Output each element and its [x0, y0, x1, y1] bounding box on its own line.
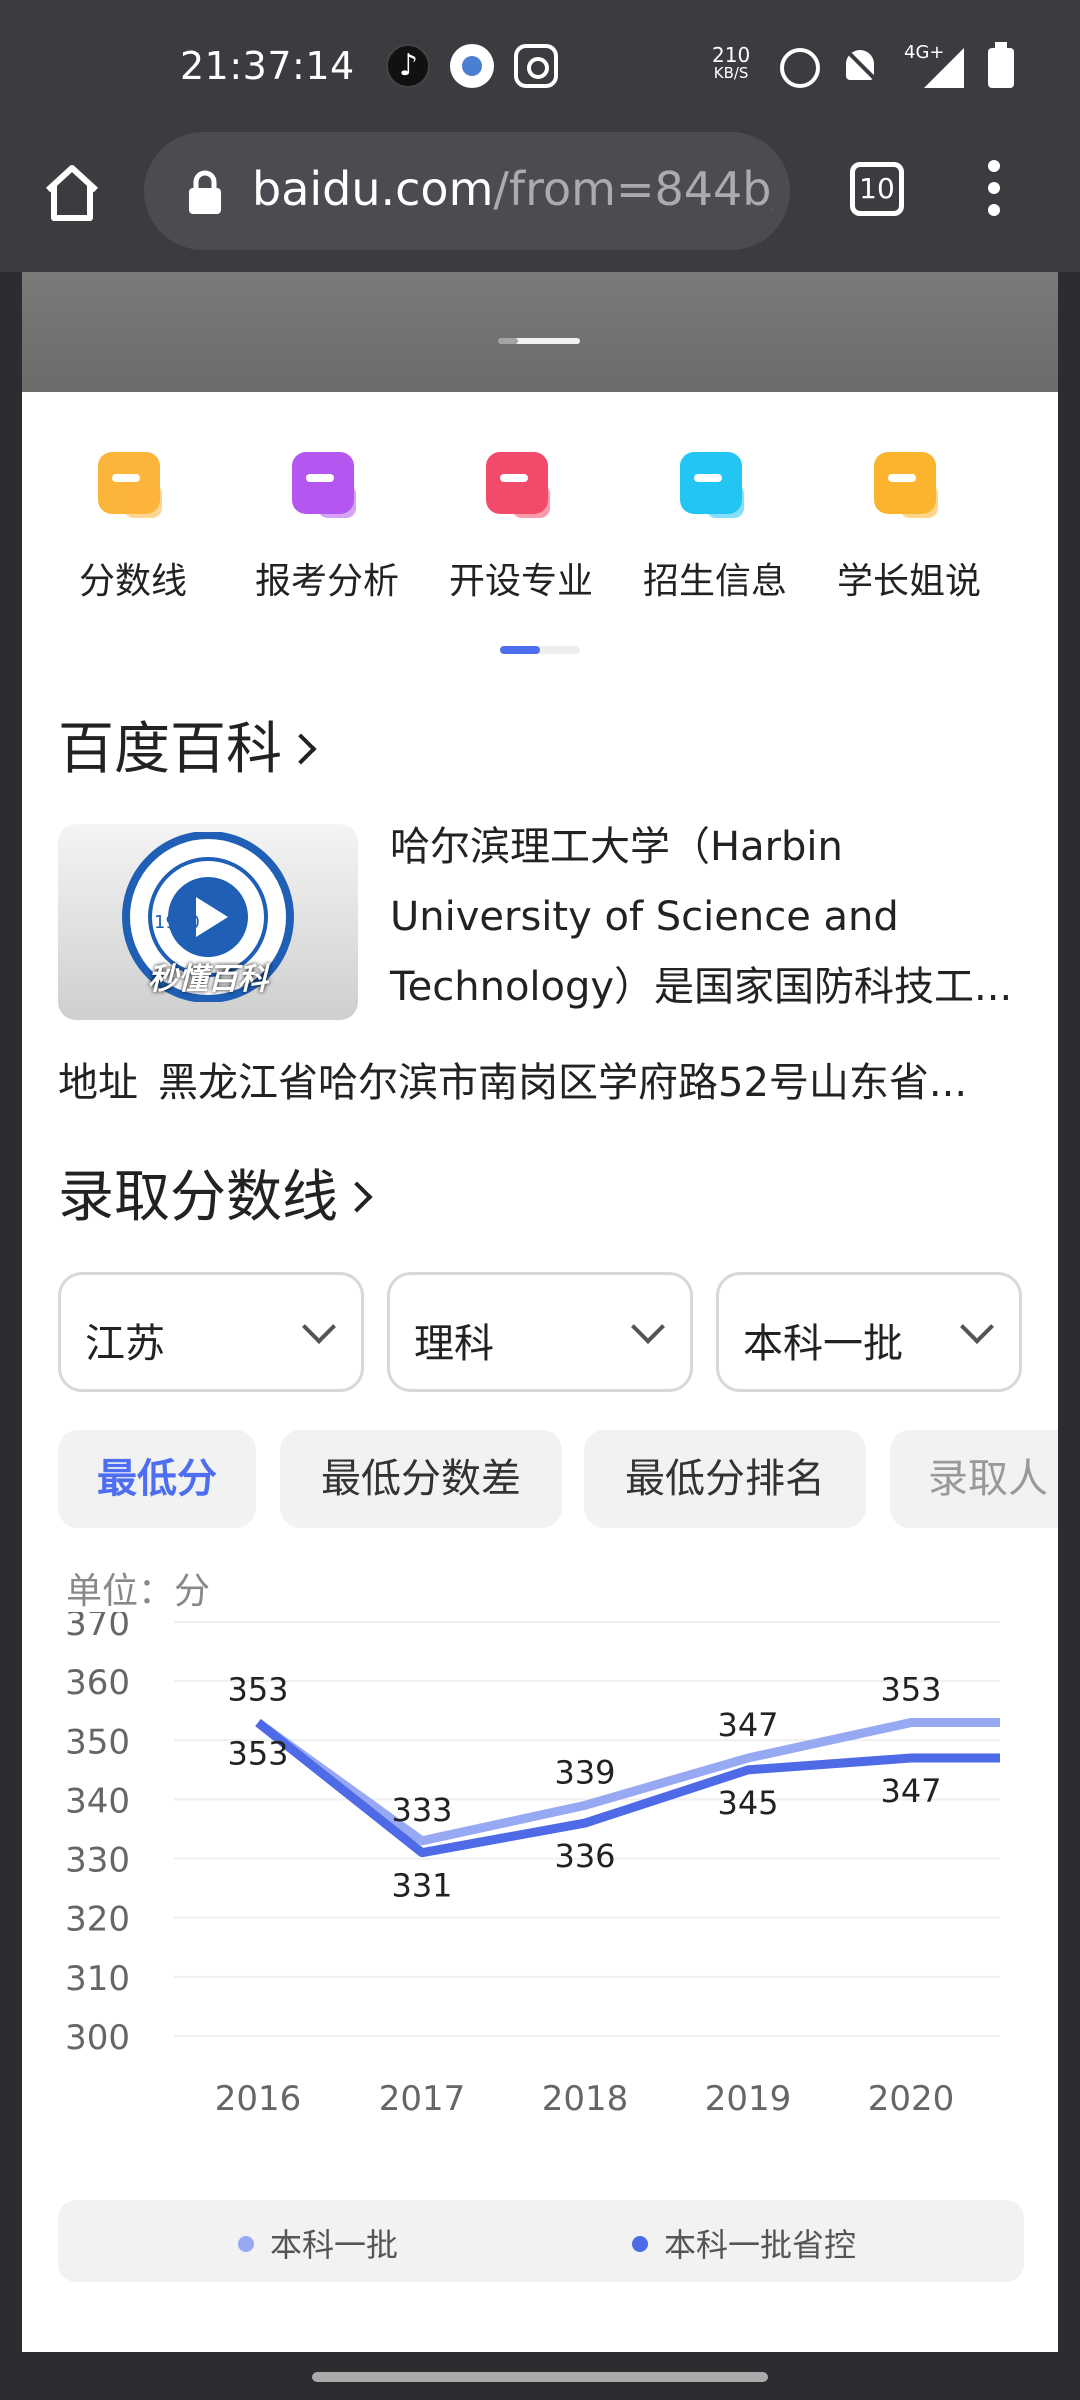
subject-value: 理科 [414, 1321, 494, 1367]
x-tick-label: 2016 [215, 2079, 302, 2119]
quick-link-2[interactable]: 开设专业 [426, 452, 616, 604]
url-host: baidu.com [252, 162, 494, 216]
tab-min-score-diff[interactable]: 最低分数差 [280, 1430, 562, 1528]
battery-icon [988, 42, 1014, 88]
home-gesture-handle[interactable] [312, 2372, 768, 2382]
chevron-right-icon [341, 1181, 373, 1213]
y-tick-label: 320 [65, 1900, 130, 1940]
chevron-right-icon [285, 733, 317, 765]
baike-video-thumbnail[interactable]: 1950 秒懂百科 [58, 824, 358, 1020]
instagram-icon [514, 44, 558, 88]
folder-icon [482, 452, 560, 530]
baike-summary[interactable]: 哈尔滨理工大学（Harbin University of Science and… [390, 812, 1030, 1022]
clock: 21:37:14 [180, 44, 355, 88]
video-watermark: 秒懂百科 [148, 962, 268, 997]
legend-item-first-batch[interactable]: 本科一批 [238, 2220, 398, 2266]
url-path: /from=844b/s [493, 162, 772, 216]
alarm-icon [780, 48, 820, 88]
x-tick-label: 2019 [705, 2079, 792, 2119]
province-dropdown[interactable]: 江苏 [58, 1272, 364, 1392]
quick-link-4[interactable]: 学长姐说 [814, 452, 1004, 604]
status-bar: 21:37:14 210 KB/S 4G+ [0, 0, 1080, 132]
page-content: 分数线 报考分析 开设专业 招生信息 学长姐说 百度百科 1950 秒懂百科 哈尔滨理工… [22, 272, 1058, 2352]
logo-year: 1950 [154, 912, 200, 933]
lock-icon [189, 170, 221, 214]
y-tick-label: 360 [65, 1663, 130, 1703]
score-line-icon [94, 452, 172, 530]
chevron-down-icon [960, 1310, 994, 1344]
legend-label: 本科一批省控 [664, 2226, 857, 2264]
chevron-down-icon [302, 1310, 336, 1344]
province-value: 江苏 [85, 1321, 165, 1367]
data-label: 353 [227, 1671, 288, 1709]
signal-icon: 4G+ [904, 42, 964, 88]
baike-heading[interactable]: 百度百科 [58, 704, 317, 785]
y-tick-label: 350 [65, 1722, 130, 1762]
quick-link-0[interactable]: 分数线 [38, 452, 228, 604]
y-tick-label: 330 [65, 1841, 130, 1881]
info-icon [676, 452, 754, 530]
url-text: baidu.com/from=844b/s [252, 162, 772, 216]
quick-link-3[interactable]: 招生信息 [620, 452, 810, 604]
chat-icon [870, 452, 948, 530]
data-label: 333 [391, 1791, 452, 1829]
quick-link-label: 分数线 [78, 561, 187, 602]
y-tick-label: 310 [65, 1959, 130, 1999]
baike-title: 百度百科 [58, 717, 282, 782]
quick-link-label: 学长姐说 [836, 561, 981, 602]
quick-links-scroll-indicator [500, 646, 580, 654]
home-icon[interactable] [44, 162, 100, 222]
quick-links: 分数线 报考分析 开设专业 招生信息 学长姐说 [22, 452, 1058, 612]
admission-title: 录取分数线 [58, 1165, 338, 1230]
batch-value: 本科一批 [743, 1321, 903, 1367]
legend-label: 本科一批 [270, 2226, 399, 2264]
tab-switcher-button[interactable]: 10 [850, 162, 904, 216]
planet-icon [450, 44, 494, 88]
x-tick-label: 2018 [542, 2079, 629, 2119]
x-tick-label: 2020 [868, 2079, 955, 2119]
subject-dropdown[interactable]: 理科 [387, 1272, 693, 1392]
analysis-icon [288, 452, 366, 530]
data-label: 347 [717, 1706, 778, 1744]
quick-link-label: 招生信息 [642, 561, 787, 602]
network-speed-value: 210 [712, 43, 751, 67]
browser-toolbar: baidu.com/from=844b/s 10 [0, 132, 1080, 272]
quick-link-label: 开设专业 [448, 561, 593, 602]
network-speed-unit: KB/S [713, 64, 749, 82]
address-label: 地址 [58, 1060, 138, 1106]
data-label: 353 [227, 1735, 288, 1773]
legend-item-first-batch-control[interactable]: 本科一批省控 [632, 2220, 856, 2266]
tiktok-icon [386, 44, 430, 88]
tab-admitted-count[interactable]: 录取人数 [890, 1430, 1058, 1528]
y-tick-label: 340 [65, 1781, 130, 1821]
admission-heading[interactable]: 录取分数线 [58, 1152, 373, 1233]
quick-link-label: 报考分析 [254, 561, 399, 602]
data-label: 347 [880, 1772, 941, 1810]
chevron-down-icon [631, 1310, 665, 1344]
address-bar[interactable]: baidu.com/from=844b/s [144, 132, 790, 250]
baike-address: 地址 黑龙江省哈尔滨市南岗区学府路52号山东省... [58, 1050, 1038, 1108]
more-menu-icon[interactable] [988, 160, 1002, 220]
data-label: 353 [880, 1671, 941, 1709]
y-tick-label: 300 [65, 2018, 130, 2058]
x-tick-label: 2017 [379, 2079, 466, 2119]
bell-muted-icon [842, 48, 878, 88]
gesture-bar [0, 2352, 1080, 2400]
data-label: 339 [554, 1753, 615, 1791]
chart-legend: 本科一批 本科一批省控 [58, 2200, 1024, 2282]
tab-min-score-rank[interactable]: 最低分排名 [584, 1430, 866, 1528]
unit-label: 单位：分 [66, 1571, 211, 1612]
data-label: 336 [554, 1837, 615, 1875]
y-tick-label: 370 [65, 1612, 130, 1644]
tab-min-score[interactable]: 最低分 [58, 1430, 256, 1528]
data-label: 331 [391, 1867, 452, 1905]
hero-carousel[interactable] [22, 272, 1058, 392]
network-speed: 210 KB/S [712, 43, 751, 82]
data-label: 345 [717, 1784, 778, 1822]
carousel-indicator [498, 338, 580, 344]
batch-dropdown[interactable]: 本科一批 [716, 1272, 1022, 1392]
address-value: 黑龙江省哈尔滨市南岗区学府路52号山东省... [158, 1060, 968, 1106]
score-line-chart: 300 310 320 330 340 350 360 370 2016 2017 2018 2019… [65, 1612, 1000, 2119]
quick-link-1[interactable]: 报考分析 [232, 452, 422, 604]
